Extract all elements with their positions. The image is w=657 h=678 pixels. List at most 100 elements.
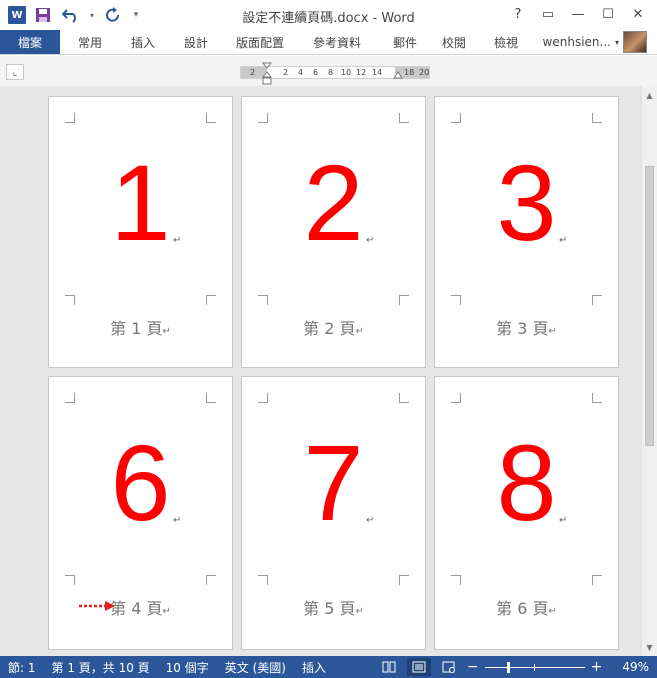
tab-layout[interactable]: 版面配置 bbox=[226, 30, 294, 54]
zoom-in-button[interactable]: + bbox=[591, 659, 603, 675]
close-button[interactable]: ✕ bbox=[623, 2, 653, 26]
read-mode-icon bbox=[382, 661, 396, 673]
ruler-number: 8 bbox=[328, 68, 334, 77]
tab-review[interactable]: 校閱 bbox=[430, 30, 478, 54]
insert-mode-indicator[interactable]: 插入 bbox=[294, 659, 334, 676]
section-indicator[interactable]: 節: 1 bbox=[0, 659, 44, 676]
user-name: wenhsien... bbox=[542, 35, 611, 49]
vertical-scrollbar[interactable]: ▲ ▼ bbox=[641, 86, 657, 656]
ruler-number: 18 bbox=[404, 68, 415, 77]
tab-mailings[interactable]: 郵件 bbox=[380, 30, 430, 54]
zoom-slider-thumb[interactable] bbox=[506, 661, 510, 673]
tab-file[interactable]: 檔案 bbox=[0, 30, 60, 54]
zoom-slider[interactable] bbox=[484, 661, 585, 673]
page-thumbnail[interactable]: 7 ↵ 第 5 頁↵ bbox=[241, 376, 426, 650]
scroll-down-icon[interactable]: ▼ bbox=[642, 640, 657, 654]
window-controls: ? ▭ — ☐ ✕ bbox=[503, 2, 653, 26]
crop-mark bbox=[592, 113, 602, 123]
ruler-number: 6 bbox=[313, 68, 319, 77]
page-big-number: 6 bbox=[110, 422, 171, 543]
word-count[interactable]: 10 個字 bbox=[158, 659, 217, 676]
ruler-number: 2 bbox=[283, 68, 289, 77]
scroll-up-icon[interactable]: ▲ bbox=[642, 88, 657, 102]
minimize-button[interactable]: — bbox=[563, 2, 593, 26]
title-bar: W ▾ ▾ 設定不連續頁碼.docx - Word ? ▭ — ☐ ✕ bbox=[0, 0, 657, 30]
first-line-indent-marker[interactable] bbox=[262, 62, 272, 88]
page-indicator[interactable]: 第 1 頁，共 10 頁 bbox=[44, 659, 158, 676]
crop-mark bbox=[399, 295, 409, 305]
zoom-level[interactable]: 49% bbox=[622, 660, 649, 674]
page-footer-number: 第 3 頁↵ bbox=[496, 319, 557, 338]
crop-mark bbox=[399, 575, 409, 585]
user-account[interactable]: wenhsien... ▾ bbox=[543, 30, 657, 54]
crop-mark bbox=[65, 113, 75, 123]
page-footer-number: 第 1 頁↵ bbox=[110, 319, 171, 338]
crop-mark bbox=[258, 113, 268, 123]
page-big-number: 7 bbox=[303, 422, 364, 543]
crop-mark bbox=[65, 393, 75, 403]
right-indent-marker[interactable] bbox=[393, 71, 403, 81]
status-bar: 節: 1 第 1 頁，共 10 頁 10 個字 英文 (美國) 插入 − + 4… bbox=[0, 656, 657, 678]
ruler-number: 14 bbox=[372, 68, 383, 77]
print-layout-button[interactable] bbox=[406, 658, 431, 676]
ruler-number: 4 bbox=[298, 68, 304, 77]
ruler-number: 2 bbox=[250, 68, 256, 77]
zoom-slider-center-tick bbox=[533, 663, 535, 671]
scrollbar-thumb[interactable] bbox=[645, 166, 654, 446]
document-area[interactable]: 1 ↵ 第 1 頁↵ 2 ↵ 第 2 頁↵ 3 ↵ 第 3 頁↵ 6 ↵ 第 4… bbox=[0, 86, 641, 656]
print-layout-icon bbox=[412, 661, 426, 673]
tab-home[interactable]: 常用 bbox=[60, 30, 120, 54]
tab-references[interactable]: 參考資料 bbox=[294, 30, 380, 54]
crop-mark bbox=[65, 575, 75, 585]
web-layout-button[interactable] bbox=[437, 658, 461, 676]
paragraph-mark: ↵ bbox=[559, 515, 568, 526]
tab-design[interactable]: 設計 bbox=[166, 30, 226, 54]
paragraph-mark: ↵ bbox=[173, 515, 182, 526]
ruler-bar: ⌞ 2 2 4 6 8 10 12 14 18 20 bbox=[0, 56, 657, 86]
page-thumbnail[interactable]: 2 ↵ 第 2 頁↵ bbox=[241, 96, 426, 368]
crop-mark bbox=[592, 575, 602, 585]
zoom-out-button[interactable]: − bbox=[467, 659, 479, 675]
crop-mark bbox=[258, 295, 268, 305]
view-and-zoom-controls: − + 49% bbox=[377, 658, 657, 676]
crop-mark bbox=[451, 393, 461, 403]
crop-mark bbox=[65, 295, 75, 305]
crop-mark bbox=[206, 393, 216, 403]
crop-mark bbox=[258, 393, 268, 403]
language-indicator[interactable]: 英文 (美國) bbox=[217, 659, 294, 676]
page-footer-number: 第 6 頁↵ bbox=[496, 599, 557, 618]
crop-mark bbox=[399, 113, 409, 123]
tab-insert[interactable]: 插入 bbox=[120, 30, 166, 54]
crop-mark bbox=[592, 295, 602, 305]
read-mode-button[interactable] bbox=[377, 658, 401, 676]
page-thumbnail[interactable]: 8 ↵ 第 6 頁↵ bbox=[434, 376, 619, 650]
crop-mark bbox=[258, 575, 268, 585]
paragraph-mark: ↵ bbox=[366, 235, 375, 246]
page-big-number: 2 bbox=[303, 142, 364, 263]
page-big-number: 3 bbox=[496, 142, 557, 263]
page-thumbnail[interactable]: 6 ↵ 第 4 頁↵ bbox=[48, 376, 233, 650]
page-thumbnail[interactable]: 1 ↵ 第 1 頁↵ bbox=[48, 96, 233, 368]
red-arrow-icon bbox=[79, 601, 115, 611]
ribbon-tabs: 檔案 常用 插入 設計 版面配置 參考資料 郵件 校閱 檢視 wenhsien.… bbox=[0, 30, 657, 55]
crop-mark bbox=[206, 113, 216, 123]
crop-mark bbox=[206, 295, 216, 305]
avatar bbox=[623, 31, 647, 53]
tab-selector-icon[interactable]: ⌞ bbox=[6, 64, 24, 80]
crop-mark bbox=[592, 393, 602, 403]
help-button[interactable]: ? bbox=[503, 2, 533, 26]
page-big-number: 8 bbox=[496, 422, 557, 543]
page-thumbnail[interactable]: 3 ↵ 第 3 頁↵ bbox=[434, 96, 619, 368]
horizontal-ruler[interactable]: 2 2 4 6 8 10 12 14 18 20 bbox=[240, 62, 430, 85]
page-footer-number: 第 2 頁↵ bbox=[303, 319, 364, 338]
crop-mark bbox=[451, 113, 461, 123]
ruler-number: 20 bbox=[419, 68, 430, 77]
crop-mark bbox=[451, 295, 461, 305]
tab-view[interactable]: 檢視 bbox=[478, 30, 534, 54]
maximize-button[interactable]: ☐ bbox=[593, 2, 623, 26]
ruler-number: 10 bbox=[341, 68, 352, 77]
ribbon-display-options-button[interactable]: ▭ bbox=[533, 2, 563, 26]
paragraph-mark: ↵ bbox=[559, 235, 568, 246]
paragraph-mark: ↵ bbox=[366, 515, 375, 526]
crop-mark bbox=[399, 393, 409, 403]
